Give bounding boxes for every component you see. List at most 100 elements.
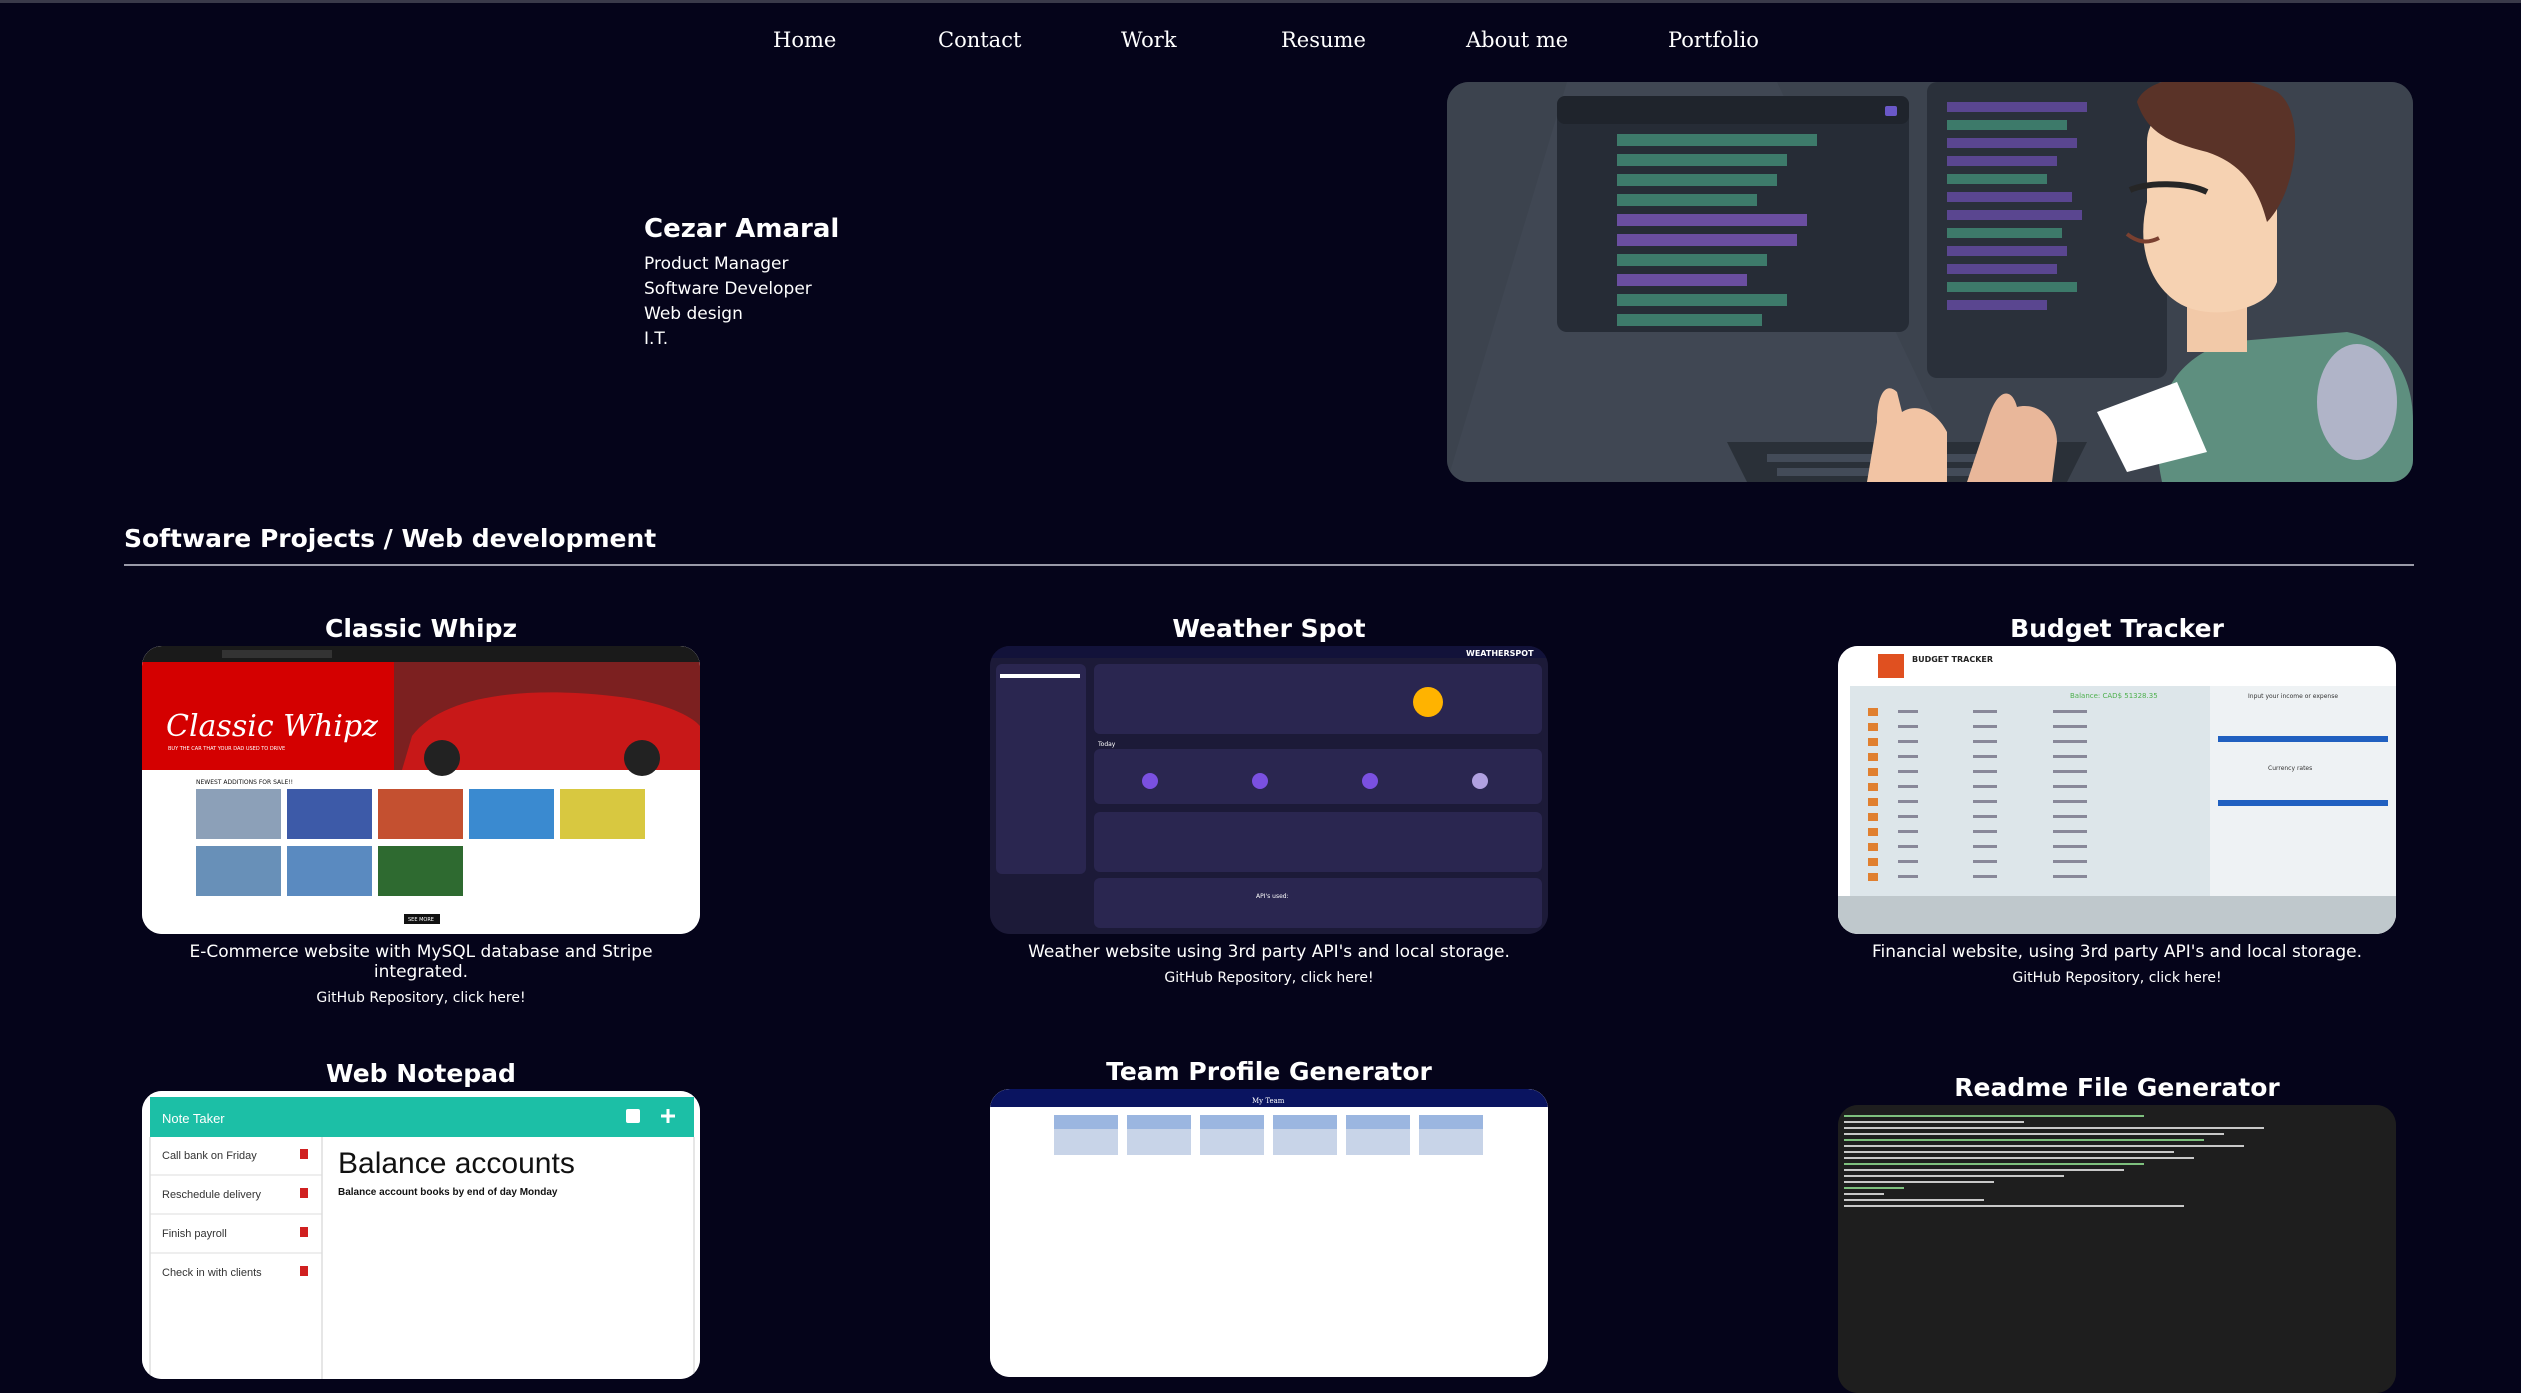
code-line: [1617, 154, 1787, 166]
code-line: [1947, 264, 2057, 274]
nav-about-me[interactable]: About me: [1466, 28, 1568, 52]
budget-row-cell: [1898, 785, 1918, 788]
terminal-line: [1844, 1151, 2174, 1153]
budget-row-cell: [2053, 710, 2087, 713]
code-line: [1947, 300, 2047, 310]
project-screenshot-readme-generator[interactable]: [1838, 1105, 2396, 1393]
code-line: [1947, 210, 2082, 220]
save-icon: [626, 1109, 640, 1123]
code-line: [1947, 174, 2047, 184]
terminal-line: [1844, 1175, 2064, 1177]
budget-row-cell: [1973, 725, 1997, 728]
note-list-item: Reschedule delivery: [162, 1189, 262, 1201]
project-title: Team Profile Generator: [1106, 1057, 1432, 1086]
classic-whipz-tagline: BUY THE CAR THAT YOUR DAD USED TO DRIVE: [168, 746, 285, 752]
budget-row-icon: [1868, 858, 1878, 866]
terminal-line: [1844, 1163, 2144, 1165]
code-line: [1617, 174, 1777, 186]
project-card: Team Profile Generator My Team: [989, 1055, 1549, 1377]
budget-row-icon: [1868, 798, 1878, 806]
team-card-header: [1273, 1115, 1337, 1129]
code-line: [1947, 282, 2077, 292]
budget-row-icon: [1868, 723, 1878, 731]
budget-currency-heading: Currency rates: [2268, 765, 2312, 772]
terminal-line: [1844, 1193, 1884, 1195]
team-card-header: [1419, 1115, 1483, 1129]
code-line: [1947, 138, 2077, 148]
note-list-item: Finish payroll: [162, 1228, 227, 1240]
project-screenshot-weather-spot[interactable]: WEATHERSPOT Today API's used:: [990, 646, 1548, 934]
terminal-line: [1844, 1139, 2204, 1141]
budget-row-icon: [1868, 738, 1878, 746]
code-line: [1617, 234, 1797, 246]
terminal-line: [1844, 1121, 2024, 1123]
code-line: [1947, 246, 2067, 256]
budget-row-cell: [1898, 755, 1918, 758]
project-title: Classic Whipz: [324, 614, 518, 643]
team-card-header: [1200, 1115, 1264, 1129]
nav-work[interactable]: Work: [1121, 28, 1177, 52]
nav-portfolio[interactable]: Portfolio: [1668, 28, 1759, 52]
budget-row-cell: [2053, 770, 2087, 773]
budget-row-icon: [1868, 813, 1878, 821]
main-nav: Home Contact Work Resume About me Portfo…: [0, 28, 2521, 58]
nav-resume[interactable]: Resume: [1281, 28, 1366, 52]
budget-row-icon: [1868, 843, 1878, 851]
project-card: Web Notepad Note Taker Call bank on Frid…: [141, 1057, 701, 1379]
budget-brand: BUDGET TRACKER: [1912, 655, 1993, 664]
team-card-header: [1054, 1115, 1118, 1129]
top-border: [0, 0, 2521, 3]
weather-today: Today: [1097, 741, 1116, 748]
budget-row-cell: [1973, 830, 1997, 833]
hero-name: Cezar Amaral: [644, 214, 840, 244]
project-description: E-Commerce website with MySQL database a…: [189, 942, 653, 982]
budget-row-cell: [2053, 755, 2087, 758]
budget-row-cell: [1898, 875, 1918, 878]
budget-row-cell: [1973, 800, 1997, 803]
classic-whipz-heading: NEWEST ADDITIONS FOR SALE!!: [196, 779, 293, 786]
github-link[interactable]: GitHub Repository, click here!: [989, 970, 1549, 986]
github-link[interactable]: GitHub Repository, click here!: [141, 990, 701, 1006]
github-link[interactable]: GitHub Repository, click here!: [1837, 970, 2397, 986]
budget-row-cell: [2053, 725, 2087, 728]
hero-role: Software Developer: [644, 279, 812, 299]
budget-row-icon: [1868, 768, 1878, 776]
terminal-line: [1844, 1145, 2244, 1147]
code-line: [1617, 134, 1817, 146]
terminal-line: [1844, 1205, 2184, 1207]
note-title: Balance accounts: [338, 1147, 575, 1180]
budget-panel-heading: Input your income or expense: [2248, 693, 2338, 700]
project-screenshot-classic-whipz[interactable]: Classic Whipz BUY THE CAR THAT YOUR DAD …: [142, 646, 700, 934]
project-screenshot-budget-tracker[interactable]: BUDGET TRACKER Balance: CAD$ 51328.35 In…: [1838, 646, 2396, 934]
hero-role: I.T.: [644, 329, 669, 349]
budget-row-cell: [1973, 740, 1997, 743]
hero-illustration: [1447, 82, 2413, 482]
nav-home[interactable]: Home: [773, 28, 836, 52]
team-card-header: [1346, 1115, 1410, 1129]
budget-row-cell: [2053, 785, 2087, 788]
budget-row-cell: [2053, 875, 2087, 878]
budget-row-cell: [1973, 815, 1997, 818]
code-line: [1617, 254, 1767, 266]
terminal-line: [1844, 1187, 1904, 1189]
budget-row-cell: [2053, 830, 2087, 833]
project-screenshot-team-profile[interactable]: My Team: [990, 1089, 1548, 1377]
budget-row-cell: [1973, 710, 1997, 713]
project-description: Financial website, using 3rd party API's…: [1871, 942, 2363, 962]
terminal-line: [1844, 1115, 2144, 1117]
team-header: My Team: [1252, 1097, 1285, 1105]
budget-balance: Balance: CAD$ 51328.35: [2070, 692, 2158, 700]
project-title: Web Notepad: [326, 1059, 516, 1088]
note-list-item: Check in with clients: [162, 1267, 262, 1279]
budget-row-icon: [1868, 873, 1878, 881]
team-card-header: [1127, 1115, 1191, 1129]
nav-contact[interactable]: Contact: [938, 28, 1021, 52]
budget-row-cell: [1973, 860, 1997, 863]
budget-row-icon: [1868, 708, 1878, 716]
budget-row-cell: [1898, 845, 1918, 848]
budget-row-cell: [1898, 710, 1918, 713]
section-title: Software Projects / Web development: [124, 524, 657, 553]
project-screenshot-web-notepad[interactable]: Note Taker Call bank on Friday Reschedul…: [142, 1091, 700, 1379]
code-line: [1617, 194, 1757, 206]
code-line: [1947, 156, 2057, 166]
